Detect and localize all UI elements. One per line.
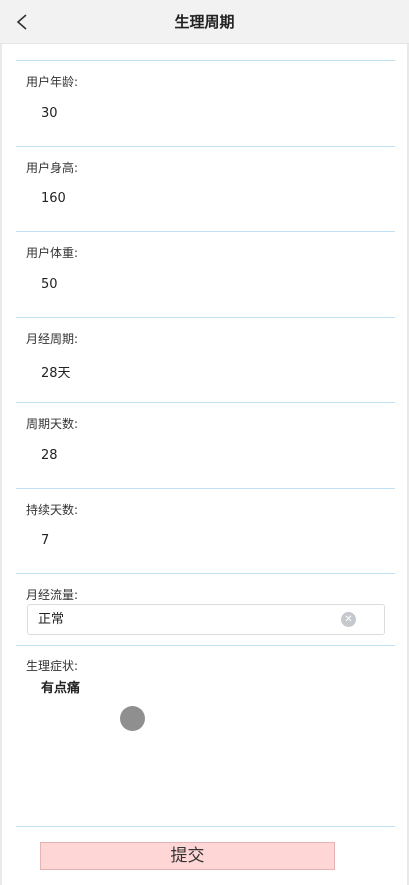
cycle-label: 月经周期: bbox=[26, 332, 79, 346]
submit-button[interactable]: 提交 bbox=[40, 842, 335, 870]
divider bbox=[16, 402, 395, 403]
duration-days-label: 持续天数: bbox=[26, 503, 79, 517]
flow-select[interactable]: 正常 ✕ bbox=[27, 604, 385, 635]
divider bbox=[16, 573, 395, 574]
cycle-days-value[interactable]: 28 bbox=[41, 448, 58, 463]
cycle-value[interactable]: 28天 bbox=[41, 362, 71, 381]
flow-label: 月经流量: bbox=[26, 588, 79, 602]
weight-label: 用户体重: bbox=[26, 246, 79, 260]
height-value[interactable]: 160 bbox=[41, 191, 66, 206]
cycle-days-label: 周期天数: bbox=[26, 417, 79, 431]
left-border bbox=[0, 44, 2, 885]
divider bbox=[16, 60, 395, 61]
age-label: 用户年龄: bbox=[26, 75, 79, 89]
duration-days-value[interactable]: 7 bbox=[41, 533, 49, 548]
divider bbox=[16, 231, 395, 232]
header-bar: 生理周期 bbox=[0, 0, 409, 44]
divider bbox=[16, 317, 395, 318]
divider bbox=[16, 826, 395, 827]
divider bbox=[16, 645, 395, 646]
divider bbox=[16, 488, 395, 489]
divider bbox=[16, 146, 395, 147]
symptoms-label: 生理症状: bbox=[26, 659, 79, 673]
symptoms-value[interactable]: 有点痛 bbox=[41, 677, 80, 696]
clear-icon[interactable]: ✕ bbox=[341, 612, 356, 627]
touch-indicator bbox=[120, 706, 145, 731]
flow-select-value: 正常 bbox=[38, 612, 65, 627]
weight-value[interactable]: 50 bbox=[41, 277, 58, 292]
age-value[interactable]: 30 bbox=[41, 106, 58, 121]
height-label: 用户身高: bbox=[26, 161, 79, 175]
page-title: 生理周期 bbox=[174, 13, 235, 31]
